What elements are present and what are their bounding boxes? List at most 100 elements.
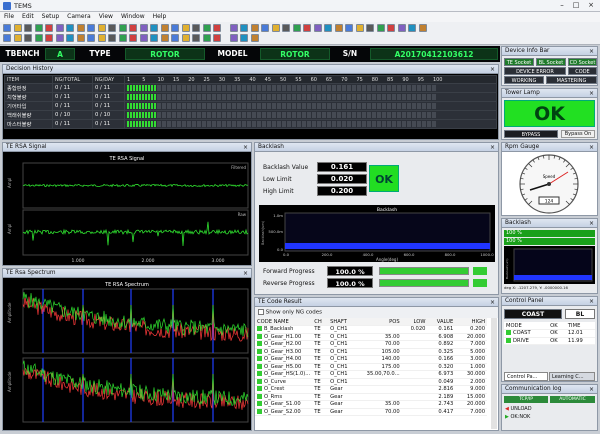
toolbar-icon[interactable] bbox=[139, 34, 148, 42]
close-button[interactable]: × bbox=[585, 1, 597, 10]
toolbar-icon[interactable] bbox=[129, 24, 137, 32]
toolbar-icon[interactable] bbox=[192, 24, 200, 32]
toolbar-icon[interactable] bbox=[45, 24, 53, 32]
menu-setup[interactable]: Setup bbox=[38, 12, 63, 22]
toolbar-icon[interactable] bbox=[171, 24, 179, 32]
toolbar-icon[interactable] bbox=[55, 24, 64, 32]
toolbar-icon[interactable] bbox=[13, 34, 22, 42]
toolbar-icon[interactable] bbox=[418, 24, 427, 32]
code-row[interactable]: O_Gear_HS(1.0)... TE O_CH1 35.00,70.0... 6.9… bbox=[255, 370, 487, 379]
toolbar-icon[interactable] bbox=[76, 24, 85, 32]
maximize-button[interactable]: □ bbox=[570, 1, 582, 10]
toolbar-icon[interactable] bbox=[45, 34, 53, 42]
close-icon[interactable]: × bbox=[589, 143, 594, 152]
toolbar-icon[interactable] bbox=[324, 24, 332, 32]
code-row[interactable]: B_Backlash TE O_CH1 0.020 0.161 0.200 bbox=[255, 325, 487, 334]
menu-edit[interactable]: Edit bbox=[18, 12, 38, 22]
toolbar-icon[interactable] bbox=[229, 34, 238, 42]
toolbar-icon[interactable] bbox=[229, 24, 238, 32]
toolbar-icon[interactable] bbox=[376, 24, 385, 32]
toolbar-icon[interactable] bbox=[213, 34, 221, 42]
toolbar-icon[interactable] bbox=[97, 24, 106, 32]
code-row[interactable]: O_Gear_S2.00 TE Gear 70.00 0.417 7.000 bbox=[255, 408, 487, 416]
close-icon[interactable]: × bbox=[589, 297, 594, 306]
toolbar-icon[interactable] bbox=[171, 34, 179, 42]
toolbar-icon[interactable] bbox=[118, 24, 127, 32]
toolbar-icon[interactable] bbox=[261, 24, 269, 32]
close-icon[interactable]: × bbox=[243, 143, 248, 152]
toolbar-icon[interactable] bbox=[313, 24, 322, 32]
toolbar-icon[interactable] bbox=[292, 24, 301, 32]
code-row[interactable]: O_Crest TE Gear 2.816 9.000 bbox=[255, 385, 487, 394]
code-row[interactable]: O_Gear_H3.00 TE O_CH1 105.00 0.325 5.000 bbox=[255, 348, 487, 356]
toolbar-icon[interactable] bbox=[108, 34, 116, 42]
toolbar-icon[interactable] bbox=[97, 34, 106, 42]
toolbar-icon[interactable] bbox=[366, 24, 374, 32]
toolbar-icon[interactable] bbox=[118, 34, 127, 42]
code-row[interactable]: O_Gear_H5.00 TE O_CH1 175.00 0.320 1.000 bbox=[255, 363, 487, 371]
toolbar-icon[interactable] bbox=[282, 24, 290, 32]
code-row[interactable]: O_Gear_S1.00 TE Gear 35.00 2.743 20.000 bbox=[255, 400, 487, 409]
toolbar-icon[interactable] bbox=[181, 34, 190, 42]
code-row[interactable]: O_Gear_H2.00 TE O_CH1 70.00 0.892 7.000 bbox=[255, 340, 487, 349]
close-icon[interactable]: × bbox=[589, 89, 594, 98]
toolbar-icon[interactable] bbox=[160, 24, 169, 32]
menu-file[interactable]: File bbox=[0, 12, 18, 22]
bl-button[interactable]: BL bbox=[565, 309, 595, 319]
mastering-button[interactable]: MASTERING bbox=[546, 76, 597, 84]
menu-help[interactable]: Help bbox=[149, 12, 171, 22]
code-row[interactable]: O_Gear_H4.00 TE O_CH1 140.00 0.166 3.000 bbox=[255, 355, 487, 364]
close-icon[interactable]: × bbox=[589, 47, 594, 56]
close-icon[interactable]: × bbox=[243, 269, 248, 278]
device-error-button[interactable]: DEVICE ERROR bbox=[504, 67, 566, 75]
toolbar-icon[interactable] bbox=[160, 34, 169, 42]
close-icon[interactable]: × bbox=[490, 298, 495, 307]
working-button[interactable]: WORKING bbox=[504, 76, 544, 84]
toolbar-icon[interactable] bbox=[202, 34, 211, 42]
coast-button[interactable]: COAST bbox=[504, 309, 562, 319]
toolbar-icon[interactable] bbox=[240, 24, 248, 32]
bypass-on-button[interactable]: Bypass On bbox=[561, 130, 595, 138]
toolbar-icon[interactable] bbox=[24, 34, 32, 42]
code-row[interactable]: O_Gear_H1.00 TE O_CH1 35.00 6.908 20.000 bbox=[255, 333, 487, 341]
menu-window[interactable]: Window bbox=[117, 12, 149, 22]
toolbar-icon[interactable] bbox=[34, 24, 43, 32]
toolbar-icon[interactable] bbox=[355, 24, 364, 32]
ng-only-checkbox[interactable] bbox=[258, 309, 264, 315]
toolbar-icon[interactable] bbox=[250, 24, 259, 32]
toolbar-icon[interactable] bbox=[213, 24, 221, 32]
toolbar-icon[interactable] bbox=[87, 24, 95, 32]
toolbar-icon[interactable] bbox=[271, 24, 280, 32]
close-icon[interactable]: × bbox=[589, 219, 594, 228]
toolbar-icon[interactable] bbox=[87, 34, 95, 42]
code-scrollbar[interactable] bbox=[491, 318, 497, 429]
toolbar-icon[interactable] bbox=[3, 24, 11, 32]
bypass-button[interactable]: BYPASS bbox=[504, 130, 558, 138]
toolbar-icon[interactable] bbox=[66, 34, 74, 42]
toolbar-icon[interactable] bbox=[397, 24, 406, 32]
toolbar-icon[interactable] bbox=[55, 34, 64, 42]
toolbar-icon[interactable] bbox=[387, 24, 395, 32]
toolbar-icon[interactable] bbox=[345, 24, 353, 32]
close-icon[interactable]: × bbox=[490, 143, 495, 152]
toolbar-icon[interactable] bbox=[3, 34, 11, 42]
menu-view[interactable]: View bbox=[95, 12, 117, 22]
close-icon[interactable]: × bbox=[589, 385, 594, 394]
menu-camera[interactable]: Camera bbox=[63, 12, 95, 22]
toolbar-icon[interactable] bbox=[129, 34, 137, 42]
toolbar-icon[interactable] bbox=[408, 24, 416, 32]
tab-control-panel[interactable]: Control Pa... bbox=[504, 372, 548, 381]
minimize-button[interactable]: – bbox=[556, 1, 568, 10]
toolbar-icon[interactable] bbox=[250, 34, 259, 42]
toolbar-icon[interactable] bbox=[108, 24, 116, 32]
toolbar-icon[interactable] bbox=[192, 34, 200, 42]
toolbar-icon[interactable] bbox=[66, 24, 74, 32]
toolbar-icon[interactable] bbox=[76, 34, 85, 42]
toolbar-icon[interactable] bbox=[34, 34, 43, 42]
toolbar-icon[interactable] bbox=[240, 34, 248, 42]
code-row[interactable]: O_Curve TE O_CH1 0.049 2.000 bbox=[255, 378, 487, 386]
close-icon[interactable]: × bbox=[490, 65, 495, 74]
toolbar-icon[interactable] bbox=[150, 24, 158, 32]
tab-learning[interactable]: Learning C... bbox=[549, 372, 595, 381]
toolbar-icon[interactable] bbox=[303, 24, 311, 32]
